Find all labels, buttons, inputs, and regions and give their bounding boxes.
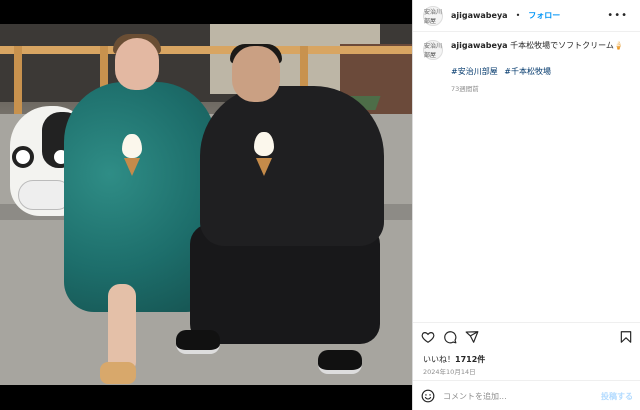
share-icon[interactable]: [465, 330, 479, 344]
post-side-panel: 安治川部屋 ajigawabeya • フォロー ••• 安治川部屋 ajiga…: [412, 0, 640, 410]
caption-text-row: ajigawabeya 千本松牧場でソフトクリーム🍦: [451, 40, 624, 52]
cow-eye: [12, 146, 34, 168]
wooden-railing: [0, 46, 412, 54]
separator-dot: •: [515, 11, 521, 20]
avatar[interactable]: 安治川部屋: [423, 5, 443, 26]
caption-username[interactable]: ajigawabeya: [451, 41, 508, 50]
avatar[interactable]: 安治川部屋: [423, 40, 443, 60]
divider: [413, 380, 640, 381]
hashtag-link[interactable]: #千本松牧場: [504, 67, 551, 76]
like-count[interactable]: いいね！1712件: [423, 354, 485, 365]
ice-cream-cone: [124, 158, 140, 176]
person-black-jacket: [200, 86, 384, 246]
caption: 安治川部屋 ajigawabeya 千本松牧場でソフトクリーム🍦 #安治川部屋 …: [423, 40, 633, 93]
person-head: [115, 38, 159, 90]
sandal: [100, 362, 136, 384]
divider: [413, 322, 640, 323]
post-date: 2024年10月14日: [423, 368, 476, 376]
action-bar: [421, 330, 633, 346]
likes-number: 1712件: [455, 355, 486, 364]
username-link[interactable]: ajigawabeya: [451, 11, 508, 20]
comment-input[interactable]: [443, 391, 593, 401]
comment-icon[interactable]: [443, 330, 457, 344]
time-ago: 73週間前: [451, 85, 479, 93]
caption-body: 千本松牧場でソフトクリーム🍦: [510, 41, 624, 50]
likes-prefix: いいね！: [423, 355, 455, 364]
person-leg: [108, 284, 136, 374]
sneaker: [176, 330, 220, 354]
follow-button[interactable]: フォロー: [528, 10, 560, 21]
bookmark-icon[interactable]: [619, 330, 633, 344]
photo-scene: [0, 24, 412, 385]
hashtags: #安治川部屋 #千本松牧場: [451, 66, 633, 77]
post-photo[interactable]: [0, 0, 412, 410]
railing-post: [14, 46, 22, 116]
hashtag-link[interactable]: #安治川部屋: [451, 67, 498, 76]
ice-cream-cone: [256, 158, 272, 176]
more-horizontal-icon[interactable]: •••: [607, 10, 628, 21]
soft-serve-cream: [122, 134, 142, 158]
post-comment-button[interactable]: 投稿する: [601, 391, 633, 402]
sneaker: [318, 350, 362, 374]
person-head: [232, 46, 280, 102]
emoji-icon[interactable]: [421, 389, 435, 403]
soft-serve-cream: [254, 132, 274, 156]
post-header: 安治川部屋 ajigawabeya • フォロー: [413, 0, 640, 32]
comment-bar: 投稿する: [421, 386, 633, 406]
heart-icon[interactable]: [421, 330, 435, 344]
